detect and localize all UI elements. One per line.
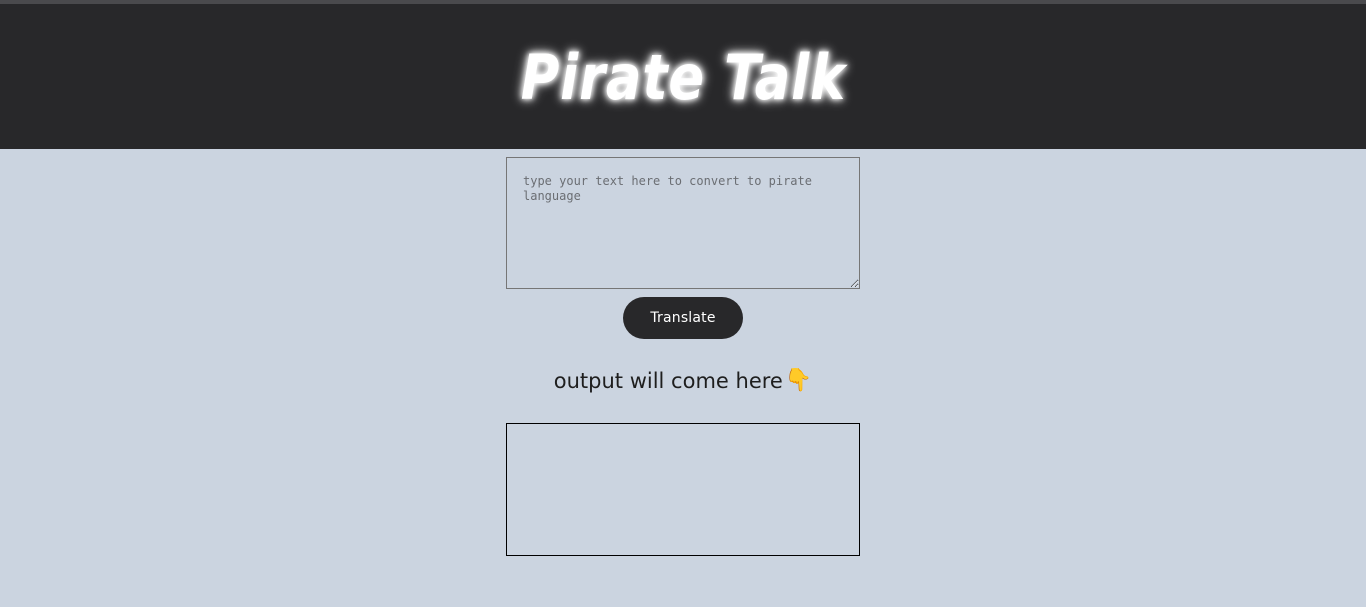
output-box — [506, 423, 860, 556]
page-title: Pirate Talk — [520, 41, 846, 114]
app-header: Pirate Talk — [0, 4, 1366, 149]
main-content: Translate output will come here 👇 — [0, 149, 1366, 556]
pointing-down-hand-icon: 👇 — [784, 368, 813, 393]
translate-button[interactable]: Translate — [623, 297, 743, 339]
output-heading-text: output will come here — [553, 369, 783, 393]
output-heading: output will come here 👇 — [554, 369, 812, 393]
text-input[interactable] — [506, 157, 860, 289]
